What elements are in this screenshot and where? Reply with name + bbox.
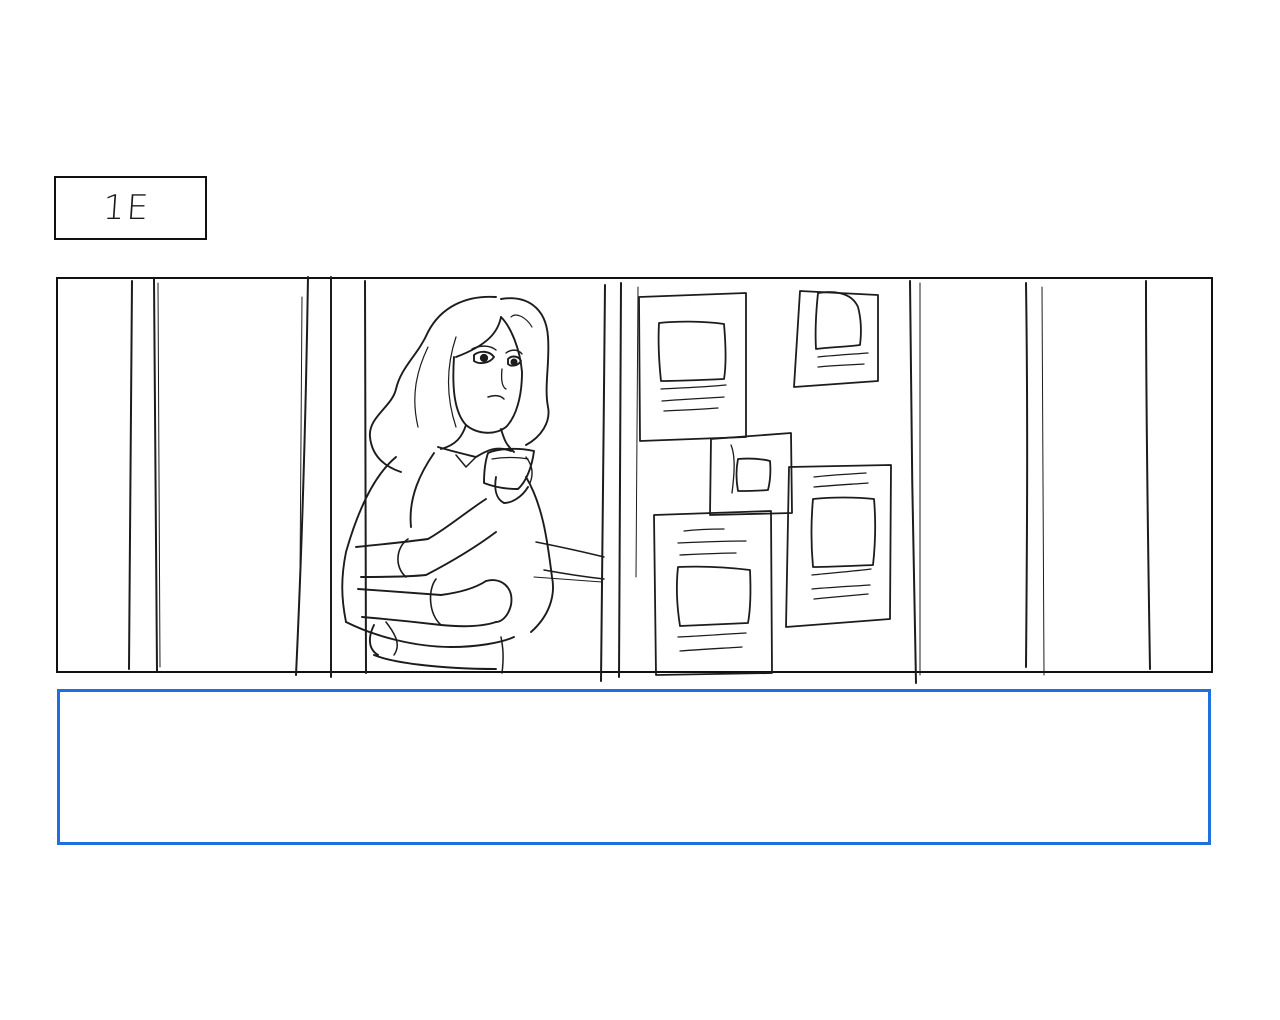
shot-notes-field[interactable]: [57, 689, 1211, 845]
shot-number-box: 1E: [54, 176, 207, 240]
storyboard-panel: [56, 275, 1213, 684]
storyboard-sketch: [127, 275, 1151, 684]
shot-number-label: 1E: [101, 188, 152, 228]
